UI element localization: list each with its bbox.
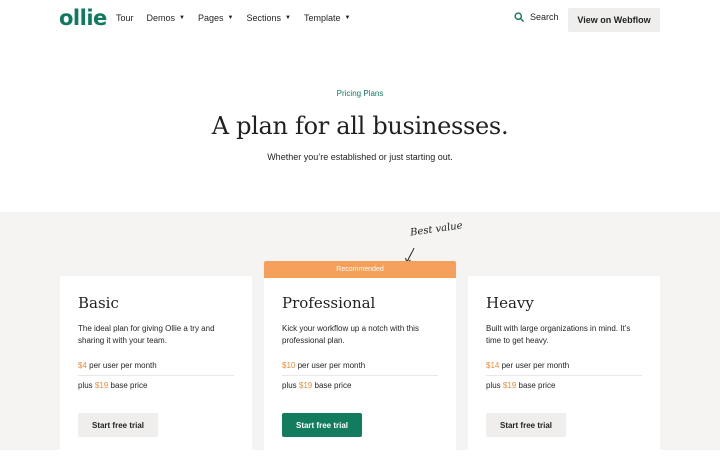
per-user-price-row: $10 per user per month bbox=[282, 356, 438, 376]
plan-card-heavy: Heavy Built with large organizations in … bbox=[468, 276, 660, 456]
eyebrow-label: Pricing Plans bbox=[336, 89, 384, 98]
nav-item-label: Demos bbox=[146, 13, 176, 23]
caret-down-icon: ▼ bbox=[344, 15, 351, 21]
plan-card-basic: Basic The ideal plan for giving Ollie a … bbox=[60, 276, 252, 456]
nav-item-label: Template bbox=[303, 13, 341, 23]
base-price-row: plus $19 base price bbox=[78, 376, 234, 395]
nav-item-demos[interactable]: Demos ▼ bbox=[147, 13, 185, 23]
view-on-webflow-button[interactable]: View on Webflow bbox=[568, 8, 660, 32]
nav-item-pages[interactable]: Pages ▼ bbox=[198, 13, 233, 23]
start-free-trial-button[interactable]: Start free trial bbox=[486, 413, 566, 437]
start-free-trial-button[interactable]: Start free trial bbox=[78, 413, 158, 437]
plan-description: Built with large organizations in mind. … bbox=[486, 324, 631, 345]
nav-item-label: Pages bbox=[197, 13, 224, 23]
page-subtitle: Whether you’re established or just start… bbox=[267, 152, 453, 162]
page-title: A plan for all businesses. bbox=[211, 112, 509, 140]
top-nav: ollie Tour Demos ▼ Pages ▼ Sections ▼ Te… bbox=[0, 0, 720, 40]
per-user-price: $4 bbox=[78, 361, 87, 370]
plan-card-professional: Recommended Professional Kick your workf… bbox=[264, 261, 456, 456]
caret-down-icon: ▼ bbox=[227, 15, 234, 21]
per-user-price: $14 bbox=[486, 361, 500, 370]
nav-links: Tour Demos ▼ Pages ▼ Sections ▼ Template… bbox=[116, 13, 363, 23]
per-user-suffix: per user per month bbox=[86, 361, 157, 370]
search-icon bbox=[514, 12, 524, 22]
per-user-price-row: $14 per user per month bbox=[486, 356, 642, 376]
base-prefix: plus bbox=[78, 381, 95, 390]
caret-down-icon: ▼ bbox=[285, 15, 291, 21]
per-user-price: $10 bbox=[282, 361, 296, 370]
nav-item-tour[interactable]: Tour bbox=[116, 13, 134, 23]
base-suffix: base price bbox=[108, 381, 148, 390]
plan-description: Kick your workflow up a notch with this … bbox=[282, 324, 419, 345]
base-price-row: plus $19 base price bbox=[486, 376, 642, 395]
nav-item-label: Sections bbox=[246, 13, 281, 23]
base-price: $19 bbox=[298, 381, 313, 390]
search-label: Search bbox=[530, 12, 559, 22]
plan-name: Heavy bbox=[486, 294, 534, 312]
plan-name: Basic bbox=[78, 294, 119, 312]
logo[interactable]: ollie bbox=[59, 6, 107, 30]
start-free-trial-button[interactable]: Start free trial bbox=[282, 413, 362, 437]
nav-item-template[interactable]: Template ▼ bbox=[304, 13, 350, 23]
caret-down-icon: ▼ bbox=[179, 15, 185, 21]
nav-item-sections[interactable]: Sections ▼ bbox=[246, 13, 290, 23]
recommended-badge: Recommended bbox=[264, 261, 456, 278]
base-suffix: base price bbox=[516, 381, 556, 390]
base-prefix: plus bbox=[282, 381, 299, 390]
base-price: $19 bbox=[502, 381, 517, 390]
per-user-suffix: per user per month bbox=[295, 361, 366, 370]
search-button[interactable]: Search bbox=[514, 12, 559, 22]
nav-item-label: Tour bbox=[116, 13, 134, 23]
per-user-suffix: per user per month bbox=[499, 361, 570, 370]
base-prefix: plus bbox=[486, 381, 503, 390]
base-suffix: base price bbox=[312, 381, 352, 390]
plan-name: Professional bbox=[282, 294, 376, 312]
base-price-row: plus $19 base price bbox=[282, 376, 438, 395]
base-price: $19 bbox=[94, 381, 109, 390]
per-user-price-row: $4 per user per month bbox=[78, 356, 234, 376]
plan-description: The ideal plan for giving Ollie a try an… bbox=[78, 324, 215, 345]
